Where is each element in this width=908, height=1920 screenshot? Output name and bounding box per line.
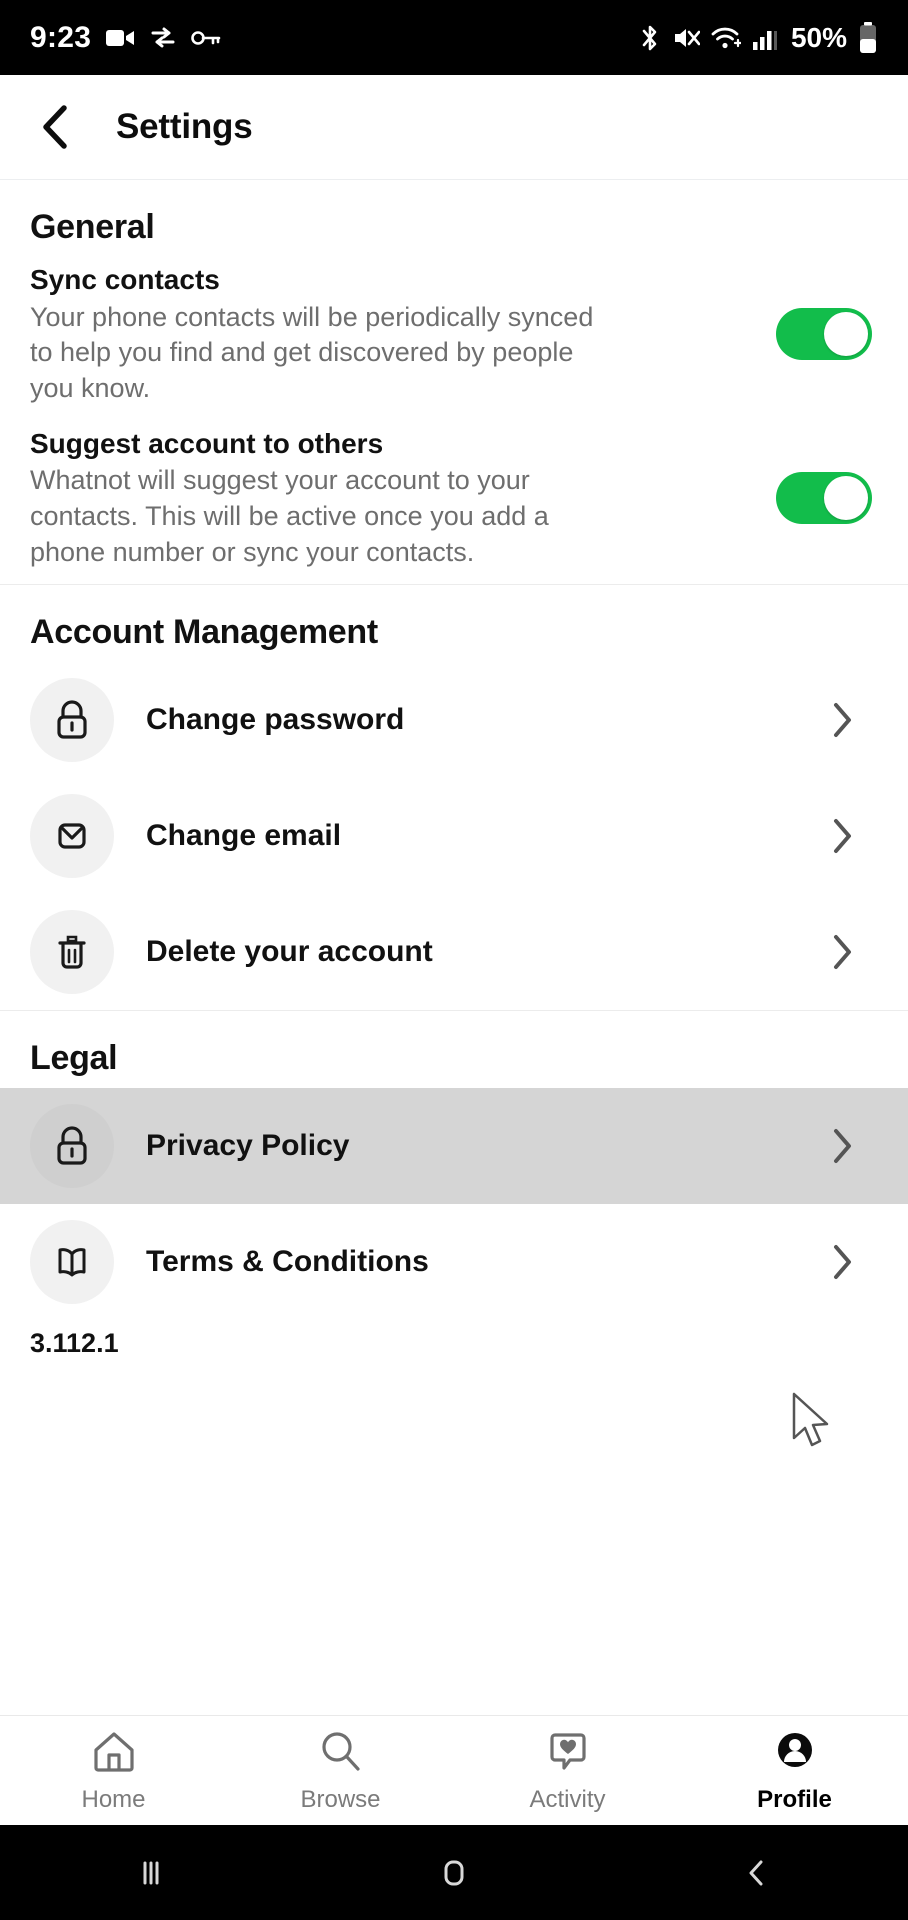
tab-home[interactable]: Home xyxy=(0,1728,227,1814)
row-privacy-policy[interactable]: Privacy Policy xyxy=(0,1088,908,1205)
video-camera-icon xyxy=(105,26,135,50)
chevron-right-icon xyxy=(826,1245,860,1280)
status-bar-right: 50% xyxy=(639,21,878,54)
sync-contacts-toggle[interactable] xyxy=(776,307,872,360)
bluetooth-icon xyxy=(639,23,661,53)
tab-profile-label: Profile xyxy=(757,1785,832,1813)
status-bar-clock: 9:23 xyxy=(30,20,92,54)
settings-content: General Sync contacts Your phone contact… xyxy=(0,180,908,1366)
row-change-email-label: Change email xyxy=(146,819,342,853)
trash-icon xyxy=(30,910,114,995)
page-title: Settings xyxy=(116,107,253,146)
phone-screen: 9:23 50% Settings General Sync contacts … xyxy=(0,0,908,1920)
row-delete-account[interactable]: Delete your account xyxy=(0,894,908,1010)
mute-icon xyxy=(672,25,700,51)
setting-suggest-account-label: Suggest account to others xyxy=(30,427,384,459)
tab-home-label: Home xyxy=(81,1785,146,1813)
tab-browse[interactable]: Browse xyxy=(227,1728,454,1814)
chevron-right-icon xyxy=(826,935,860,970)
row-delete-account-label: Delete your account xyxy=(146,935,433,969)
setting-suggest-account-description: Whatnot will suggest your account to you… xyxy=(30,465,549,567)
setting-sync-contacts-text: Sync contacts Your phone contacts will b… xyxy=(30,261,610,407)
open-book-icon xyxy=(30,1220,114,1305)
back-chevron-icon[interactable] xyxy=(712,1828,802,1918)
chevron-right-icon xyxy=(826,819,860,854)
home-icon xyxy=(90,1728,138,1779)
row-terms-conditions-label: Terms & Conditions xyxy=(146,1245,429,1279)
section-title-account-management: Account Management xyxy=(30,613,378,652)
search-icon xyxy=(317,1728,365,1779)
suggest-account-toggle[interactable] xyxy=(776,471,872,524)
row-terms-conditions[interactable]: Terms & Conditions xyxy=(0,1204,908,1320)
person-avatar-icon xyxy=(771,1728,819,1779)
row-change-password[interactable]: Change password xyxy=(0,662,908,778)
lock-icon xyxy=(30,678,114,763)
section-legal-header: Legal xyxy=(0,1011,908,1088)
toggle-knob xyxy=(824,311,868,356)
section-account-management-header: Account Management xyxy=(0,585,908,662)
setting-sync-contacts-description: Your phone contacts will be periodically… xyxy=(30,301,594,404)
tab-profile[interactable]: Profile xyxy=(681,1728,908,1814)
vpn-icon xyxy=(149,25,177,51)
setting-suggest-account: Suggest account to others Whatnot will s… xyxy=(30,421,878,585)
chevron-right-icon xyxy=(826,703,860,738)
row-change-password-label: Change password xyxy=(146,703,405,737)
cellular-signal-icon xyxy=(752,25,778,51)
status-bar: 9:23 50% xyxy=(0,0,908,75)
row-privacy-policy-label: Privacy Policy xyxy=(146,1129,350,1163)
chevron-right-icon xyxy=(826,1129,860,1164)
recents-icon[interactable] xyxy=(106,1828,196,1918)
app-version-label: 3.112.1 xyxy=(30,1328,119,1359)
bottom-tab-bar: Home Browse Activity Profile xyxy=(0,1715,908,1825)
android-navigation-bar xyxy=(0,1825,908,1920)
home-square-icon[interactable] xyxy=(409,1828,499,1918)
activity-heart-bubble-icon xyxy=(544,1728,592,1779)
row-change-email[interactable]: Change email xyxy=(0,778,908,894)
wifi-icon xyxy=(711,25,741,51)
tab-activity[interactable]: Activity xyxy=(454,1728,681,1814)
status-bar-left: 9:23 xyxy=(30,21,221,55)
section-legal: Legal Privacy Policy Terms & Conditions … xyxy=(0,1011,908,1365)
tab-activity-label: Activity xyxy=(529,1785,606,1813)
app-header: Settings xyxy=(0,75,908,180)
setting-sync-contacts: Sync contacts Your phone contacts will b… xyxy=(30,257,878,421)
section-title-general: General xyxy=(30,208,155,246)
tab-browse-label: Browse xyxy=(300,1785,381,1813)
section-title-legal: Legal xyxy=(30,1039,118,1078)
mouse-cursor xyxy=(790,1392,834,1459)
battery-percent-label: 50% xyxy=(790,21,847,53)
section-general: General Sync contacts Your phone contact… xyxy=(0,180,908,584)
envelope-icon xyxy=(30,794,114,879)
setting-suggest-account-text: Suggest account to others Whatnot will s… xyxy=(30,425,610,571)
setting-sync-contacts-label: Sync contacts xyxy=(30,264,220,295)
toggle-knob xyxy=(824,475,868,520)
key-icon xyxy=(191,29,221,47)
section-account-management: Account Management Change password Chang… xyxy=(0,585,908,1010)
back-chevron-icon[interactable] xyxy=(34,105,76,149)
lock-icon xyxy=(30,1104,114,1189)
battery-icon xyxy=(858,21,878,54)
